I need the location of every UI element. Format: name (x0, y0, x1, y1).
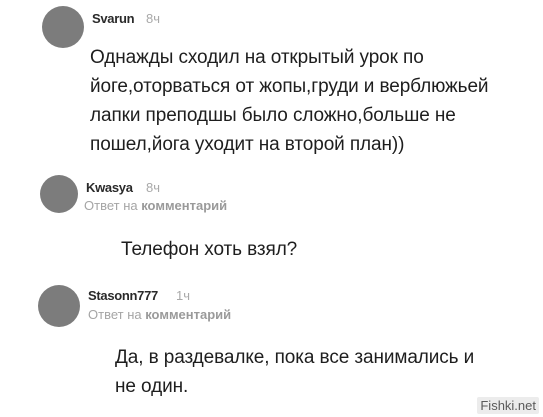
avatar[interactable] (38, 285, 80, 327)
comment-text: Телефон хоть взял? (121, 239, 298, 260)
comment-time: 8ч (146, 180, 161, 195)
avatar[interactable] (42, 6, 84, 48)
comment-text: Однажды сходил на открытый урок по йоге,… (90, 47, 489, 155)
comment-text: Да, в раздевалке, пока все занимались и … (115, 347, 475, 397)
reply-prefix: Ответ на (84, 198, 142, 213)
comment-time: 1ч (176, 288, 191, 303)
comment-author[interactable]: Stasonn777 (88, 288, 158, 303)
avatar[interactable] (40, 175, 78, 213)
comment-author[interactable]: Svarun (92, 11, 135, 26)
reply-comment-link[interactable]: комментарий (141, 198, 227, 213)
reply-prefix: Ответ на (88, 307, 146, 322)
comment-time: 8ч (146, 11, 161, 26)
reply-to-line: Ответ на комментарий (84, 198, 227, 213)
watermark-logo: Fishki.net (477, 397, 539, 414)
reply-to-line: Ответ на комментарий (88, 307, 231, 322)
comment-author[interactable]: Kwasya (86, 180, 133, 195)
reply-comment-link[interactable]: комментарий (145, 307, 231, 322)
